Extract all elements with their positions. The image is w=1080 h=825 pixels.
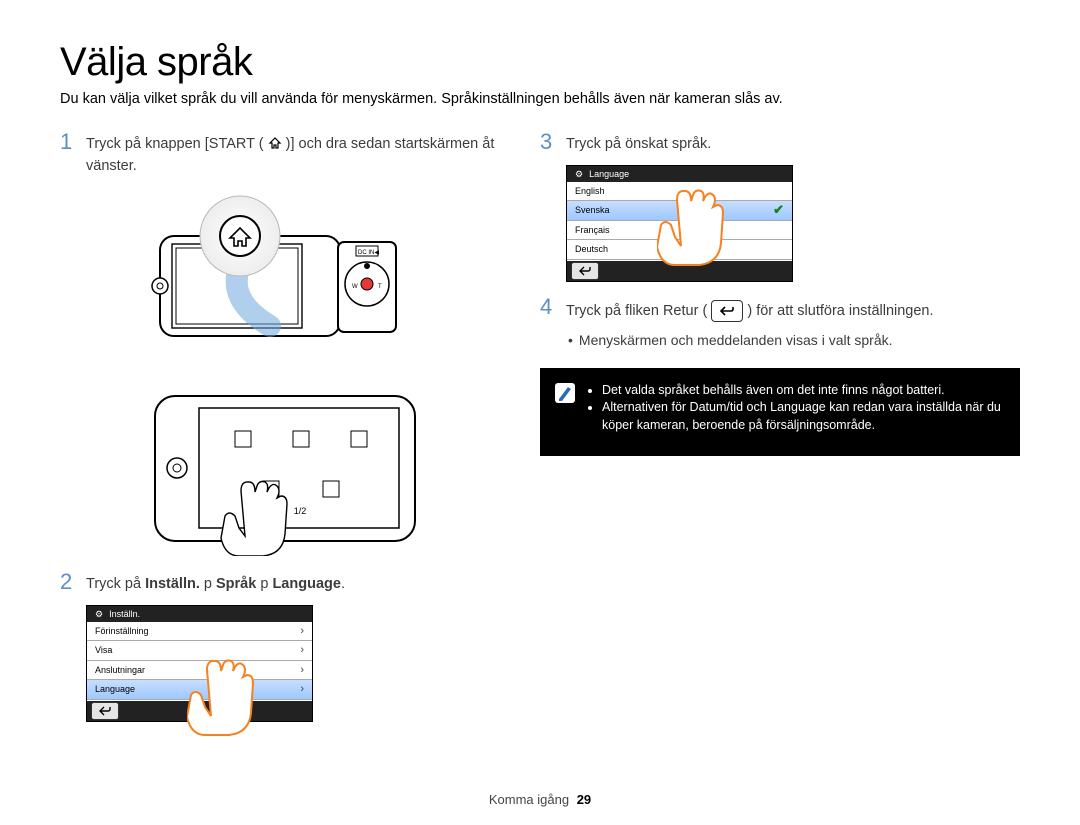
step-4-number: 4	[540, 296, 558, 322]
settings-menu-title: Inställn.	[109, 606, 140, 622]
footer-page-number: 29	[577, 792, 591, 807]
svg-text:1/2: 1/2	[294, 506, 307, 516]
camcorder-front-illustration: 1/2	[145, 386, 425, 556]
svg-text:DC IN◀: DC IN◀	[358, 250, 379, 256]
return-tab	[571, 262, 599, 280]
step-2-prefix: Tryck på	[86, 576, 145, 592]
step-2-path3: Language	[272, 576, 340, 592]
page-subtitle: Du kan välja vilket språk du vill använd…	[60, 91, 1020, 107]
step-1-number: 1	[60, 131, 78, 176]
step-1-text-prefix: Tryck på knappen [START (	[86, 136, 264, 152]
gear-icon: ⚙	[575, 166, 583, 182]
step-4-text: Tryck på fliken Retur ( ) för att slutfö…	[566, 296, 934, 322]
step-3: 3 Tryck på önskat språk.	[540, 131, 1020, 155]
camcorder-top-illustration: W T DC IN◀	[120, 186, 440, 376]
step-2-path1: Inställn.	[145, 576, 200, 592]
page-title: Välja språk	[60, 40, 1020, 85]
gear-icon: ⚙	[95, 606, 103, 622]
footer-section: Komma igång	[489, 792, 569, 807]
step-3-number: 3	[540, 131, 558, 155]
step-2: 2 Tryck på Inställn. p Språk p Language.	[60, 571, 500, 595]
step-4-prefix: Tryck på fliken Retur (	[566, 302, 707, 318]
check-icon: ✔	[773, 202, 784, 218]
note-line-2: Alternativen för Datum/tid och Language …	[602, 399, 1006, 434]
menu-row-preset: Förinställning›	[87, 622, 312, 642]
return-icon	[711, 300, 743, 322]
language-menu-screenshot: ⚙ Language English Svenska✔ Français Deu…	[566, 165, 793, 282]
step-4-bullet: Menyskärmen och meddelanden visas i valt…	[568, 332, 1020, 348]
step-2-mid2: p	[256, 576, 272, 592]
step-4: 4 Tryck på fliken Retur ( ) för att slut…	[540, 296, 1020, 322]
step-2-text: Tryck på Inställn. p Språk p Language.	[86, 571, 345, 595]
chevron-right-icon: ›	[300, 683, 304, 695]
note-text: Det valda språket behålls även om det in…	[586, 382, 1006, 442]
note-box: Det valda språket behålls även om det in…	[540, 368, 1020, 456]
svg-text:T: T	[378, 284, 382, 290]
chevron-right-icon: ›	[300, 644, 304, 656]
home-icon	[268, 136, 282, 157]
svg-text:W: W	[352, 284, 358, 290]
chevron-right-icon: ›	[300, 664, 304, 676]
step-2-path2: Språk	[216, 576, 256, 592]
page-footer: Komma igång 29	[0, 792, 1080, 807]
step-2-mid: p	[200, 576, 216, 592]
note-icon	[554, 382, 576, 404]
note-line-1: Det valda språket behålls även om det in…	[602, 382, 1006, 400]
step-2-end: .	[341, 576, 345, 592]
chevron-right-icon: ›	[300, 625, 304, 637]
step-1: 1 Tryck på knappen [START ( )] och dra s…	[60, 131, 500, 176]
step-2-number: 2	[60, 571, 78, 595]
return-tab	[91, 702, 119, 720]
step-1-text: Tryck på knappen [START ( )] och dra sed…	[86, 131, 500, 176]
language-menu-title: Language	[589, 166, 629, 182]
settings-menu-screenshot: ⚙ Inställn. Förinställning› Visa› Anslut…	[86, 605, 313, 722]
step-4-suffix: ) för att slutföra inställningen.	[747, 302, 933, 318]
step-3-text: Tryck på önskat språk.	[566, 131, 711, 155]
